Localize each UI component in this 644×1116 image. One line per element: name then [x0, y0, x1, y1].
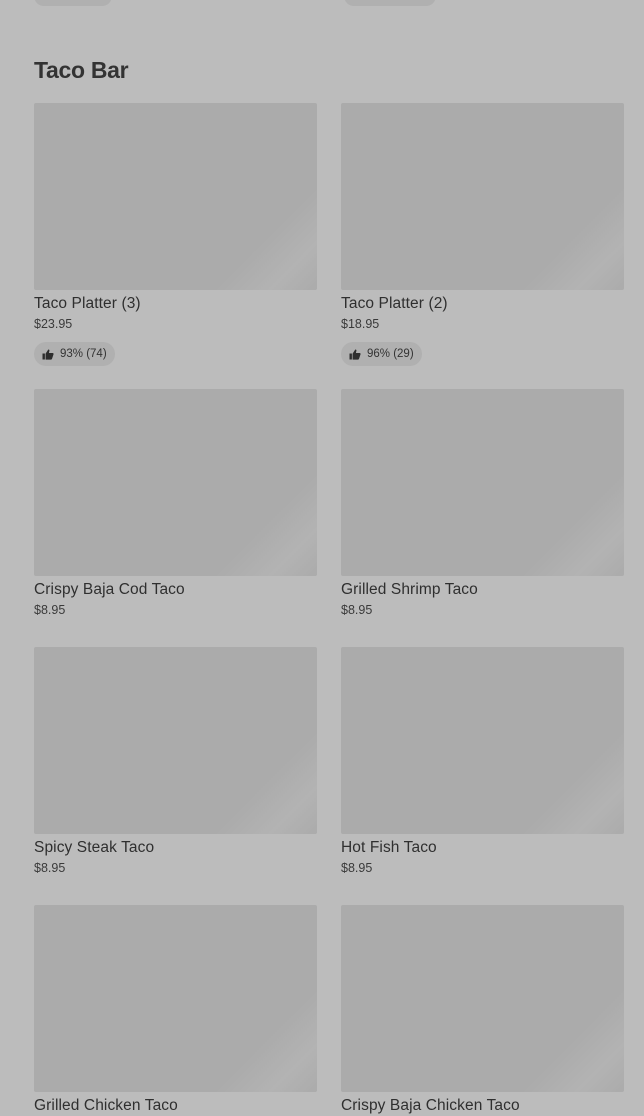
menu-item-price: $23.95: [34, 317, 73, 331]
menu-item-image[interactable]: [341, 905, 624, 1092]
menu-item-card[interactable]: Grilled Shrimp Taco $8.95: [341, 389, 624, 647]
menu-item-card[interactable]: Hot Fish Taco $8.95: [341, 647, 624, 905]
menu-item-image[interactable]: [34, 647, 317, 834]
rating-badge: 93% (74): [34, 342, 115, 366]
menu-item-card[interactable]: Crispy Baja Chicken Taco: [341, 905, 624, 1114]
menu-item-grid: Taco Platter (3) $23.95 93% (74) Taco Pl…: [34, 103, 624, 1114]
menu-item-image[interactable]: [341, 389, 624, 576]
menu-item-image[interactable]: [341, 103, 624, 290]
menu-item-card[interactable]: Taco Platter (3) $23.95 93% (74): [34, 103, 317, 389]
menu-item-image[interactable]: [34, 905, 317, 1092]
thumbs-up-icon: [349, 349, 361, 360]
thumbs-up-icon: [42, 349, 54, 360]
menu-item-card[interactable]: Crispy Baja Cod Taco $8.95: [34, 389, 317, 647]
menu-item-name: Grilled Chicken Taco: [34, 1097, 178, 1114]
previous-rating-badge: [34, 0, 112, 6]
menu-item-price: $8.95: [34, 603, 66, 617]
menu-item-image[interactable]: [34, 389, 317, 576]
menu-item-name: Spicy Steak Taco: [34, 839, 155, 856]
menu-item-price: $8.95: [341, 603, 373, 617]
rating-text: 96% (29): [367, 348, 414, 360]
menu-item-card[interactable]: Taco Platter (2) $18.95 96% (29): [341, 103, 624, 389]
menu-item-card[interactable]: Grilled Chicken Taco: [34, 905, 317, 1114]
menu-item-price: $18.95: [341, 317, 380, 331]
previous-rating-badge: [344, 0, 436, 6]
menu-item-name: Taco Platter (3): [34, 295, 141, 312]
menu-item-name: Taco Platter (2): [341, 295, 448, 312]
menu-item-card[interactable]: Spicy Steak Taco $8.95: [34, 647, 317, 905]
menu-item-image[interactable]: [341, 647, 624, 834]
section-title: Taco Bar: [34, 57, 129, 83]
rating-text: 93% (74): [60, 348, 107, 360]
menu-item-name: Grilled Shrimp Taco: [341, 581, 478, 598]
menu-item-name: Crispy Baja Chicken Taco: [341, 1097, 520, 1114]
rating-badge: 96% (29): [341, 342, 422, 366]
menu-item-name: Hot Fish Taco: [341, 839, 437, 856]
menu-item-image[interactable]: [34, 103, 317, 290]
menu-item-price: $8.95: [34, 861, 66, 875]
menu-item-price: $8.95: [341, 861, 373, 875]
menu-item-name: Crispy Baja Cod Taco: [34, 581, 185, 598]
